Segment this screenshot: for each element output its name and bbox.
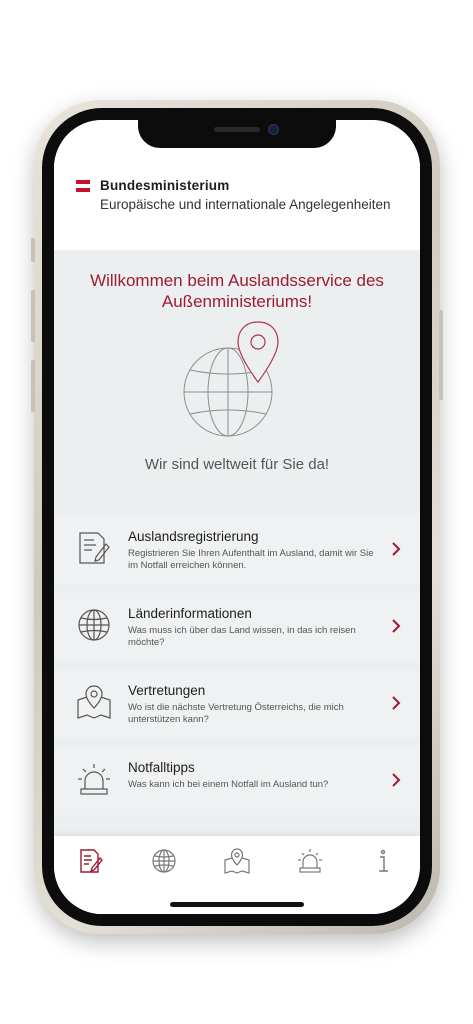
app-screen: Bundesministerium Europäische und intern…: [54, 120, 420, 914]
card-title: Notfalltipps: [128, 760, 195, 775]
map-pin-icon: [76, 684, 112, 720]
card-notfalltipps[interactable]: Notfalltipps Was kann ich bei einem Notf…: [54, 747, 420, 815]
chevron-right-icon: [390, 619, 402, 633]
siren-icon: [76, 761, 112, 797]
card-auslandsregistrierung[interactable]: Auslandsregistrierung Registrieren Sie I…: [54, 516, 420, 584]
front-camera: [268, 124, 279, 135]
registration-icon: [80, 849, 103, 873]
tab-info[interactable]: [370, 848, 396, 874]
card-title: Länderinformationen: [128, 606, 252, 621]
card-vertretungen[interactable]: Vertretungen Wo ist die nächste Vertretu…: [54, 670, 420, 738]
welcome-hero: Willkommen beim Auslandsservice des Auße…: [54, 250, 420, 508]
home-indicator[interactable]: [170, 902, 304, 907]
registration-form-icon: [76, 530, 112, 566]
card-description: Was muss ich über das Land wissen, in da…: [128, 625, 356, 648]
mute-switch: [31, 238, 35, 262]
card-title: Auslandsregistrierung: [128, 529, 259, 544]
siren-icon: [298, 849, 322, 873]
globe-icon: [152, 849, 176, 873]
globe-icon: [76, 607, 112, 643]
chevron-right-icon: [390, 696, 402, 710]
card-description: Wo ist die nächste Vertretung Österreich…: [128, 702, 344, 725]
ministry-name: Bundesministerium: [100, 178, 230, 193]
austria-flag-logo: [76, 180, 90, 192]
card-title: Vertretungen: [128, 683, 206, 698]
volume-up-button: [31, 290, 35, 342]
welcome-tagline: Wir sind weltweit für Sie da!: [144, 456, 330, 473]
tab-emergency[interactable]: [297, 848, 323, 874]
tab-registration[interactable]: [78, 848, 104, 874]
card-description: Registrieren Sie Ihren Aufenthalt im Aus…: [128, 548, 374, 571]
card-description: Was kann ich bei einem Notfall im Auslan…: [128, 779, 329, 790]
map-icon: [224, 848, 250, 874]
volume-down-button: [31, 360, 35, 412]
globe-with-location-pin-icon: [182, 320, 292, 440]
earpiece-speaker: [214, 127, 260, 132]
chevron-right-icon: [390, 542, 402, 556]
power-button: [439, 310, 443, 400]
tab-representations[interactable]: [224, 848, 250, 874]
welcome-title: Willkommen beim Auslandsservice des Auße…: [90, 271, 384, 311]
info-icon: [379, 849, 388, 872]
chevron-right-icon: [390, 773, 402, 787]
tab-countries[interactable]: [151, 848, 177, 874]
card-laenderinformationen[interactable]: Länderinformationen Was muss ich über da…: [54, 593, 420, 661]
phone-notch: [138, 120, 336, 148]
flag-stripe: [76, 188, 90, 192]
bottom-tab-bar: [54, 836, 420, 914]
ministry-subtitle: Europäische und internationale Angelegen…: [100, 197, 391, 212]
